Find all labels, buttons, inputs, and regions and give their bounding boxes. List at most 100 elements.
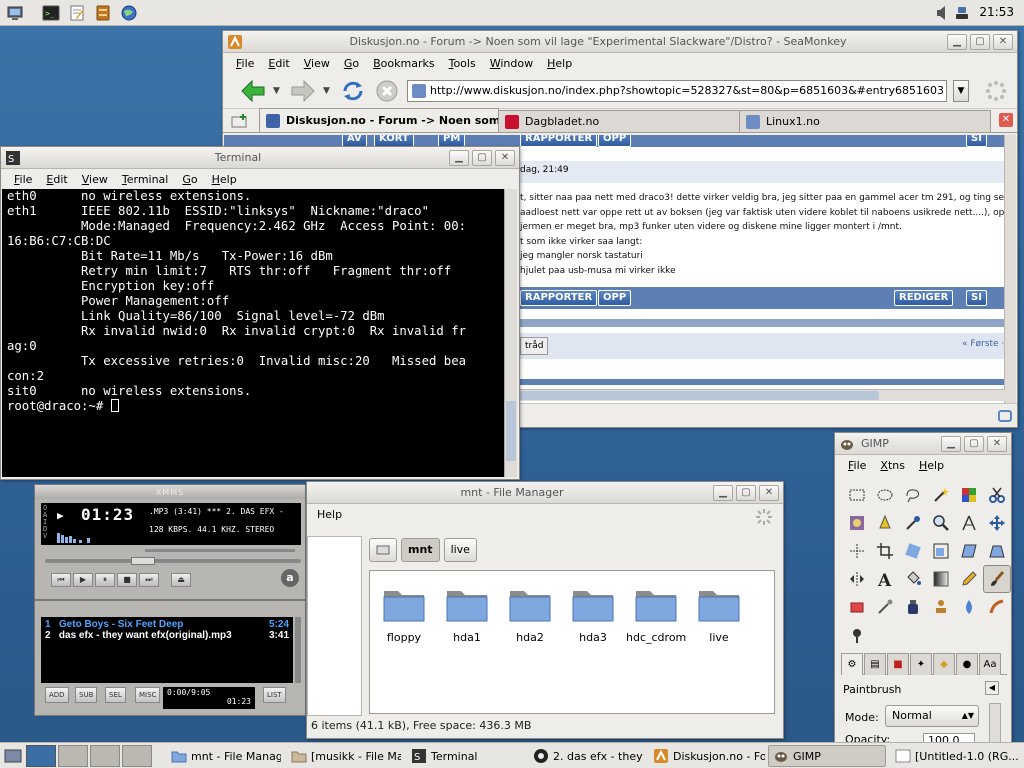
reload-button[interactable] bbox=[339, 77, 367, 105]
browser-titlebar[interactable]: Diskusjon.no - Forum -> Noen som vil lag… bbox=[223, 31, 1017, 53]
task-terminal[interactable]: S Terminal bbox=[406, 745, 524, 767]
menu-help[interactable]: Help bbox=[540, 57, 579, 70]
brushes-tab[interactable]: ● bbox=[956, 653, 978, 675]
playlist-scrollbar[interactable] bbox=[295, 617, 301, 683]
menu-edit[interactable]: Edit bbox=[261, 57, 296, 70]
foreground-select-tool[interactable] bbox=[843, 509, 871, 537]
page-vertical-scrollbar[interactable] bbox=[1004, 135, 1016, 411]
rapporter-button[interactable]: RAPPORTER bbox=[520, 290, 598, 306]
playlist-item[interactable]: 1 Geto Boys - Six Feet Deep 5:24 bbox=[45, 619, 289, 630]
scale-tool[interactable] bbox=[927, 537, 955, 565]
folder-hdc-cdrom[interactable]: hdc_cdrom bbox=[626, 583, 686, 644]
menu-help[interactable]: Help bbox=[205, 173, 244, 186]
ellipse-select-tool[interactable] bbox=[871, 481, 899, 509]
file-manager-titlebar[interactable]: mnt - File Manager ▁ ▢ ✕ bbox=[307, 482, 783, 504]
mode-select[interactable]: Normal ▲▼ bbox=[885, 705, 979, 727]
seek-bar[interactable] bbox=[45, 559, 301, 563]
text-tool[interactable]: A bbox=[871, 565, 899, 593]
opp-button[interactable]: OPP bbox=[598, 290, 632, 306]
eject-button[interactable]: ⏏ bbox=[171, 573, 191, 587]
next-button[interactable]: ⏭ bbox=[139, 573, 159, 587]
workspace-switcher[interactable] bbox=[26, 745, 154, 767]
online-status-icon[interactable] bbox=[997, 408, 1013, 424]
terminal-scrollbar[interactable] bbox=[504, 189, 517, 477]
forste-link[interactable]: « Første · bbox=[962, 339, 1004, 349]
folder-hda3[interactable]: hda3 bbox=[563, 583, 623, 644]
sitat-button[interactable]: SI bbox=[966, 135, 987, 147]
rediger-button[interactable]: REDIGER bbox=[894, 290, 954, 306]
task-file-manager[interactable]: mnt - File Manager bbox=[166, 745, 282, 767]
seek-thumb[interactable] bbox=[131, 557, 155, 565]
align-tool[interactable] bbox=[843, 537, 871, 565]
task-browser[interactable]: Diskusjon.no - For... bbox=[648, 745, 766, 767]
folder-live[interactable]: live bbox=[689, 583, 749, 644]
ink-tool[interactable] bbox=[899, 593, 927, 621]
minimize-button[interactable]: ▁ bbox=[947, 33, 967, 50]
path-button-live[interactable]: live bbox=[443, 538, 477, 562]
paintbrush-tool[interactable] bbox=[983, 565, 1011, 593]
fuzzy-select-tool[interactable] bbox=[927, 481, 955, 509]
close-button[interactable]: ✕ bbox=[993, 33, 1013, 50]
menu-view[interactable]: View bbox=[297, 57, 337, 70]
maximize-button[interactable]: ▢ bbox=[736, 484, 756, 501]
opp-button[interactable]: OPP bbox=[598, 135, 632, 147]
stop-button[interactable]: ■ bbox=[117, 573, 137, 587]
path-root-button[interactable] bbox=[369, 538, 397, 562]
page-horizontal-scrollbar[interactable] bbox=[519, 389, 1005, 401]
color-picker-tool[interactable] bbox=[899, 509, 927, 537]
blur-tool[interactable] bbox=[955, 593, 983, 621]
configure-tab-button[interactable]: ◀ bbox=[985, 681, 999, 695]
url-history-dropdown[interactable]: ▼ bbox=[953, 79, 969, 102]
close-tab-button[interactable]: ✕ bbox=[999, 113, 1013, 127]
folder-hda1[interactable]: hda1 bbox=[437, 583, 497, 644]
previous-button[interactable]: ⏮ bbox=[51, 573, 71, 587]
menu-view[interactable]: View bbox=[75, 173, 115, 186]
close-button[interactable]: ✕ bbox=[987, 435, 1007, 452]
maximize-button[interactable]: ▢ bbox=[970, 33, 990, 50]
task-xmms[interactable]: 2. das efx - they w... bbox=[528, 745, 646, 767]
menu-file[interactable]: File bbox=[229, 57, 261, 70]
clock[interactable]: 21:53 bbox=[979, 5, 1014, 19]
back-button[interactable] bbox=[239, 77, 267, 105]
close-button[interactable]: ✕ bbox=[759, 484, 779, 501]
back-history-dropdown[interactable]: ▼ bbox=[273, 86, 283, 96]
undo-history-tab[interactable]: ■ bbox=[887, 653, 909, 675]
task-gimp-image[interactable]: [Untitled-1.0 (RG... bbox=[890, 745, 1020, 767]
close-button[interactable]: ✕ bbox=[495, 149, 515, 166]
forward-history-dropdown[interactable]: ▼ bbox=[323, 86, 333, 96]
menu-edit[interactable]: Edit bbox=[39, 173, 74, 186]
stop-button[interactable] bbox=[373, 77, 401, 105]
folder-floppy[interactable]: floppy bbox=[374, 583, 434, 644]
pencil-tool[interactable] bbox=[955, 565, 983, 593]
volume-icon[interactable] bbox=[936, 5, 950, 21]
workspace-3[interactable] bbox=[90, 745, 120, 767]
menu-bookmarks[interactable]: Bookmarks bbox=[366, 57, 441, 70]
web-browser-launcher-icon[interactable] bbox=[118, 3, 140, 23]
airbrush-tool[interactable] bbox=[871, 593, 899, 621]
tab-dagbladet[interactable]: Dagbladet.no bbox=[498, 110, 740, 132]
minimize-button[interactable]: ▁ bbox=[941, 435, 961, 452]
xmms-titlebar[interactable]: XMMS bbox=[35, 485, 305, 499]
minimize-button[interactable]: ▁ bbox=[449, 149, 469, 166]
gimp-titlebar[interactable]: GIMP ▁ ▢ ✕ bbox=[835, 433, 1011, 455]
file-view[interactable]: floppy hda1 hda2 hda3 hdc_cdrom live bbox=[369, 570, 775, 714]
measure-tool[interactable] bbox=[955, 509, 983, 537]
show-desktop-icon[interactable] bbox=[4, 747, 22, 765]
tab-diskusjon[interactable]: Diskusjon.no - Forum -> Noen som vil l..… bbox=[259, 108, 499, 132]
menu-file[interactable]: File bbox=[841, 459, 873, 472]
images-tab[interactable]: ✦ bbox=[910, 653, 932, 675]
workspace-2[interactable] bbox=[58, 745, 88, 767]
dodge-burn-tool[interactable] bbox=[843, 621, 871, 649]
fonts-tab[interactable]: Aa bbox=[979, 653, 1001, 675]
menu-tools[interactable]: Tools bbox=[442, 57, 483, 70]
select-by-color-tool[interactable] bbox=[955, 481, 983, 509]
xmms-logo-icon[interactable]: a bbox=[281, 569, 299, 587]
playlist-add-button[interactable]: ADD bbox=[45, 687, 69, 703]
xmms-time[interactable]: 01:23 bbox=[81, 505, 134, 524]
tab-linux1[interactable]: Linux1.no bbox=[739, 110, 991, 132]
play-button[interactable]: ▶ bbox=[73, 573, 93, 587]
task-gimp[interactable]: GIMP bbox=[768, 745, 886, 767]
paths-tool[interactable] bbox=[871, 509, 899, 537]
workspace-4[interactable] bbox=[122, 745, 152, 767]
smudge-tool[interactable] bbox=[983, 593, 1011, 621]
